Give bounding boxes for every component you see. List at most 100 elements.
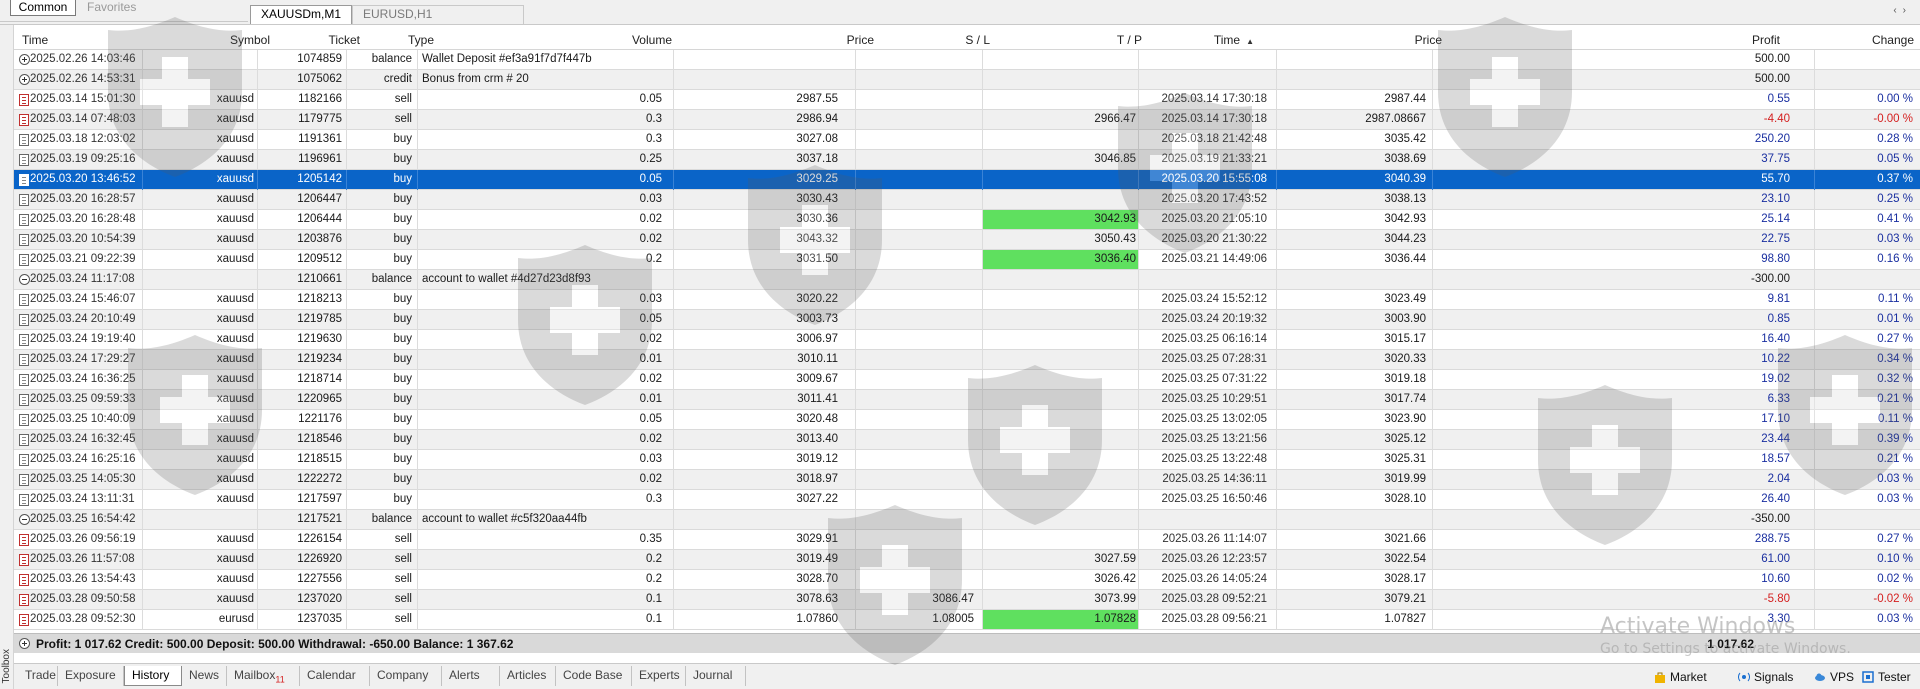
- tab-company[interactable]: Company: [370, 666, 442, 686]
- table-row[interactable]: 2025.03.24 13:11:31 xauusd 1217597 buy 0.3 30…: [14, 490, 1920, 510]
- table-row[interactable]: 2025.03.24 19:19:40 xauusd 1219630 buy 0.02 3…: [14, 330, 1920, 350]
- toolbar-market[interactable]: Market: [1654, 668, 1707, 686]
- table-row[interactable]: 2025.02.26 14:03:46 1074859 balance 500.00 W…: [14, 50, 1920, 70]
- table-row[interactable]: 2025.03.24 16:36:25 xauusd 1218714 buy 0.02 3…: [14, 370, 1920, 390]
- sell-deal-icon: [19, 114, 29, 126]
- tab-articles[interactable]: Articles: [500, 666, 556, 686]
- cell-time2: 2025.03.26 12:23:57: [1161, 553, 1267, 565]
- table-row[interactable]: 2025.03.26 11:57:08 xauusd 1226920 sell 0.2 3…: [14, 550, 1920, 570]
- table-row[interactable]: 2025.03.24 17:29:27 xauusd 1219234 buy 0.01 3…: [14, 350, 1920, 370]
- column-header-price-9[interactable]: Price: [1292, 30, 1442, 50]
- column-header-s-l-6[interactable]: S / L: [874, 30, 990, 50]
- table-row[interactable]: 2025.03.26 09:56:19 xauusd 1226154 sell 0.35…: [14, 530, 1920, 550]
- tab-journal[interactable]: Journal: [686, 666, 746, 686]
- cell-price: 3011.41: [797, 393, 838, 405]
- table-row[interactable]: 2025.03.20 10:54:39 xauusd 1203876 buy 0.02 3…: [14, 230, 1920, 250]
- table-row[interactable]: 2025.03.24 20:10:49 xauusd 1219785 buy 0.05 3…: [14, 310, 1920, 330]
- cell-tp: [983, 510, 1136, 529]
- column-header-ticket-2[interactable]: Ticket: [260, 30, 360, 50]
- table-row[interactable]: 2025.03.25 14:05:30 xauusd 1222272 buy 0.02 3…: [14, 470, 1920, 490]
- table-row[interactable]: 2025.03.20 16:28:57 xauusd 1206447 buy 0.03 3…: [14, 190, 1920, 210]
- cell-sl: [856, 190, 974, 209]
- cell-time: 2025.03.26 11:57:08: [30, 553, 135, 565]
- cell-sl: [856, 50, 974, 69]
- column-header-symbol-1[interactable]: Symbol: [146, 30, 270, 50]
- column-header-time-8[interactable]: Time ▲: [1144, 30, 1254, 50]
- cell-price: 3010.11: [797, 353, 838, 365]
- table-row[interactable]: 2025.03.25 10:40:09 xauusd 1221176 buy 0.05 3…: [14, 410, 1920, 430]
- cell-symbol: xauusd: [216, 233, 254, 245]
- unread-badge: 11: [275, 674, 285, 685]
- tab-label: Exposure: [65, 668, 116, 682]
- cell-time2: [1139, 510, 1267, 529]
- tab-scroll-arrows[interactable]: ‹›: [1893, 5, 1912, 16]
- tab-common[interactable]: Common: [10, 0, 76, 16]
- tab-exposure[interactable]: Exposure: [58, 666, 124, 686]
- cell-sl: 1.08005: [932, 613, 974, 625]
- scroll-left-icon[interactable]: ‹: [1893, 5, 1902, 16]
- toolbar-signals[interactable]: Signals: [1738, 668, 1793, 686]
- tab-label: Code Base: [563, 668, 623, 682]
- toolbar-vps[interactable]: VPS: [1814, 668, 1854, 686]
- cell-time2: 2025.03.19 21:33:21: [1161, 153, 1267, 165]
- grid-line: [346, 390, 347, 410]
- grid-line: [346, 590, 347, 610]
- sell-deal-icon: [19, 554, 29, 566]
- table-row[interactable]: 2025.03.26 13:54:43 xauusd 1227556 sell 0.2 3…: [14, 570, 1920, 590]
- cell-symbol: xauusd: [216, 253, 254, 265]
- tab-mailbox[interactable]: Mailbox11: [227, 666, 300, 686]
- toolbar-tester[interactable]: Tester: [1862, 668, 1911, 686]
- grid-line: [346, 490, 347, 510]
- cell-change: 0.32 %: [1877, 373, 1913, 385]
- cell-time: 2025.03.28 09:52:30: [30, 613, 136, 625]
- cell-comment: Bonus from crm # 20: [422, 73, 529, 85]
- tab-experts[interactable]: Experts: [632, 666, 686, 686]
- tab-news[interactable]: News: [182, 666, 227, 686]
- grid-line: [673, 150, 674, 170]
- table-row[interactable]: 2025.02.26 14:53:31 1075062 credit 500.00 Bo…: [14, 70, 1920, 90]
- table-row[interactable]: 2025.03.28 09:50:58 xauusd 1237020 sell 0.1 3…: [14, 590, 1920, 610]
- column-header-t-p-7[interactable]: T / P: [992, 30, 1142, 50]
- toolbox-strip[interactable]: Toolbox: [0, 25, 14, 689]
- grid-line: [417, 250, 418, 270]
- divider: [0, 21, 248, 22]
- cell-price: 3043.32: [796, 233, 838, 245]
- table-row[interactable]: 2025.03.20 13:46:52 xauusd 1205142 buy 0.05 3…: [14, 170, 1920, 190]
- table-row[interactable]: 2025.03.21 09:22:39 xauusd 1209512 buy 0.2 30…: [14, 250, 1920, 270]
- chart-tab-eurusd[interactable]: EURUSD,H1: [352, 5, 524, 24]
- table-row[interactable]: 2025.03.20 16:28:48 xauusd 1206444 buy 0.02 3…: [14, 210, 1920, 230]
- column-header-time-0[interactable]: Time: [22, 30, 142, 50]
- column-header-type-3[interactable]: Type: [364, 30, 434, 50]
- cell-time: 2025.03.25 09:59:33: [30, 393, 136, 405]
- grid-line: [673, 390, 674, 410]
- tab-calendar[interactable]: Calendar: [300, 666, 370, 686]
- tab-alerts[interactable]: Alerts: [442, 666, 500, 686]
- table-row[interactable]: 2025.03.24 11:17:08 1210661 balance -300.00…: [14, 270, 1920, 290]
- table-row[interactable]: 2025.03.14 07:48:03 xauusd 1179775 sell 0.3 2…: [14, 110, 1920, 130]
- column-header-change-11[interactable]: Change: [1784, 30, 1914, 50]
- tab-history[interactable]: History: [124, 666, 182, 686]
- column-header-volume-4[interactable]: Volume: [434, 30, 672, 50]
- buy-deal-icon: [19, 474, 29, 486]
- scroll-right-icon[interactable]: ›: [1903, 5, 1912, 16]
- cell-sl: [856, 150, 974, 169]
- table-row[interactable]: 2025.03.19 09:25:16 xauusd 1196961 buy 0.25 3…: [14, 150, 1920, 170]
- table-row[interactable]: 2025.03.24 16:32:45 xauusd 1218546 buy 0.02 3…: [14, 430, 1920, 450]
- column-header-price-5[interactable]: Price: [674, 30, 874, 50]
- table-row[interactable]: 2025.03.14 15:01:30 xauusd 1182166 sell 0.05…: [14, 90, 1920, 110]
- tab-trade[interactable]: Trade: [18, 666, 58, 686]
- sell-deal-icon: [19, 614, 29, 626]
- cell-tp: [983, 330, 1136, 349]
- cell-tp: 2966.47: [1094, 113, 1136, 125]
- table-row[interactable]: 2025.03.25 09:59:33 xauusd 1220965 buy 0.01 3…: [14, 390, 1920, 410]
- expand-icon[interactable]: [19, 638, 30, 649]
- column-header-profit-10[interactable]: Profit: [1434, 30, 1780, 50]
- cell-volume: 0.3: [646, 113, 662, 125]
- tab-code-base[interactable]: Code Base: [556, 666, 632, 686]
- table-row[interactable]: 2025.03.25 16:54:42 1217521 balance -350.00…: [14, 510, 1920, 530]
- table-row[interactable]: 2025.03.24 15:46:07 xauusd 1218213 buy 0.03 3…: [14, 290, 1920, 310]
- chart-tab-xauusd[interactable]: XAUUSDm,M1: [250, 5, 352, 24]
- table-row[interactable]: 2025.03.18 12:03:02 xauusd 1191361 buy 0.3 30…: [14, 130, 1920, 150]
- table-row[interactable]: 2025.03.24 16:25:16 xauusd 1218515 buy 0.03 3…: [14, 450, 1920, 470]
- tab-favorites[interactable]: Favorites: [84, 0, 139, 16]
